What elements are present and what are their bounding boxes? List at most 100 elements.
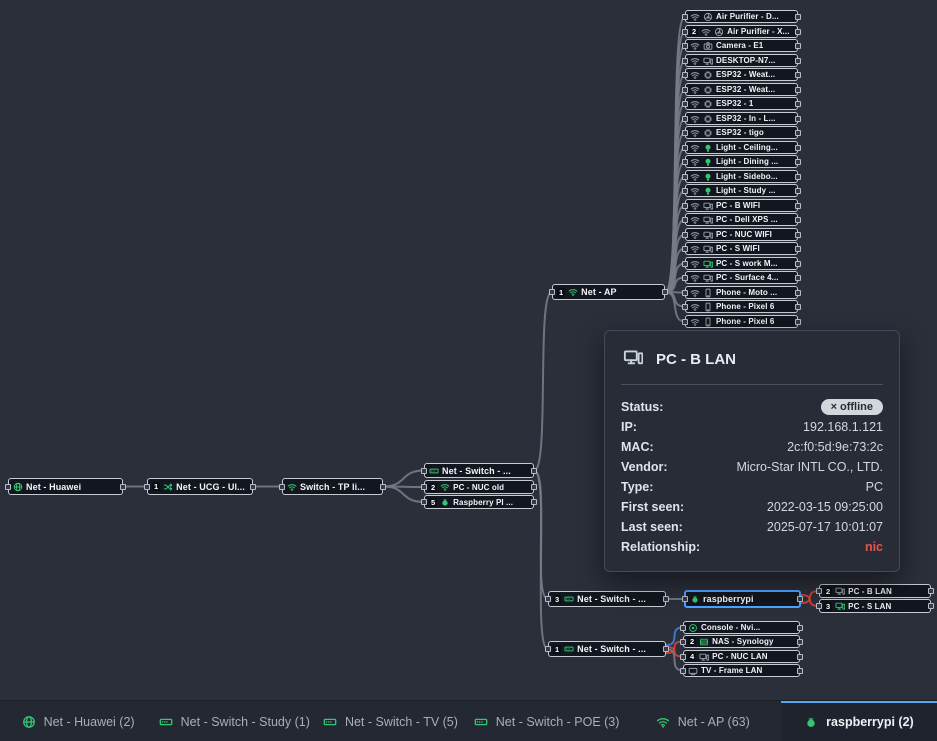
node-raspberrypi[interactable]: raspberrypi bbox=[684, 590, 801, 608]
node-pc-nuc-lan[interactable]: 4 PC - NUC LAN bbox=[683, 650, 800, 663]
pc-icon bbox=[835, 586, 845, 596]
port-left bbox=[421, 484, 427, 490]
node-leaf-12[interactable]: Light - Study ... bbox=[685, 184, 798, 197]
device-detail-popup: PC - B LAN Status:×offlineIP:192.168.1.1… bbox=[604, 330, 900, 572]
interface-badge: 4 bbox=[688, 652, 696, 661]
node-leaf-4[interactable]: ESP32 - Weat... bbox=[685, 68, 798, 81]
wifi-icon bbox=[690, 56, 700, 66]
node-label: Net - Switch - ... bbox=[577, 594, 646, 604]
globe-icon bbox=[13, 482, 23, 492]
raspberry-icon bbox=[804, 715, 818, 729]
node-ucg[interactable]: 1Net - UCG - Ul... bbox=[147, 478, 253, 495]
interface-badge: 2 bbox=[429, 483, 437, 492]
wifi-icon bbox=[690, 12, 700, 22]
pc-icon bbox=[699, 652, 709, 662]
node-leaf-21[interactable]: Phone - Pixel 6 bbox=[685, 315, 798, 328]
port-right bbox=[795, 14, 801, 20]
footer-tab-net-switch-study-1[interactable]: Net - Switch - Study (1) bbox=[156, 701, 312, 741]
footer-tab-net-switch-tv-5[interactable]: Net - Switch - TV (5) bbox=[312, 701, 468, 741]
node-leaf-10[interactable]: Light - Dining ... bbox=[685, 155, 798, 168]
node-leaf-3[interactable]: DESKTOP-N7... bbox=[685, 54, 798, 67]
node-leaf-5[interactable]: ESP32 - Weat... bbox=[685, 83, 798, 96]
node-leaf-16[interactable]: PC - S WIFI bbox=[685, 242, 798, 255]
node-label: PC - B LAN bbox=[848, 587, 892, 596]
port-right bbox=[795, 319, 801, 325]
pc-icon bbox=[703, 215, 713, 225]
node-leaf-20[interactable]: Phone - Pixel 6 bbox=[685, 300, 798, 313]
pc-icon bbox=[703, 259, 713, 269]
node-sw-top[interactable]: Net - Switch - ... bbox=[424, 463, 534, 478]
node-leaf-9[interactable]: Light - Ceiling... bbox=[685, 141, 798, 154]
node-nas[interactable]: 2NAS - Synology bbox=[683, 635, 800, 648]
port-left bbox=[682, 275, 688, 281]
bulb-icon bbox=[703, 172, 713, 182]
node-tv-frame[interactable]: TV - Frame LAN bbox=[683, 664, 800, 677]
chip-icon bbox=[703, 85, 713, 95]
node-label: PC - NUC old bbox=[453, 483, 504, 492]
footer-tabs: Net - Huawei (2)Net - Switch - Study (1)… bbox=[0, 701, 937, 741]
port-left bbox=[421, 468, 427, 474]
footer-tab-net-huawei-2[interactable]: Net - Huawei (2) bbox=[0, 701, 156, 741]
node-label: Net - Huawei bbox=[26, 482, 81, 492]
port-right bbox=[380, 484, 386, 490]
footer-tab-raspberrypi-2[interactable]: raspberrypi (2) bbox=[781, 701, 937, 741]
port-right bbox=[531, 499, 537, 505]
node-leaf-18[interactable]: PC - Surface 4... bbox=[685, 271, 798, 284]
node-huawei[interactable]: Net - Huawei bbox=[8, 478, 123, 495]
node-label: Camera - E1 bbox=[716, 41, 763, 50]
pc-icon bbox=[703, 244, 713, 254]
interface-badge: 5 bbox=[429, 498, 437, 507]
node-leaf-11[interactable]: Light - Sidebo... bbox=[685, 170, 798, 183]
node-rasp-pi-old[interactable]: 5Raspberry PI ... bbox=[424, 495, 534, 509]
wifi-icon bbox=[690, 85, 700, 95]
interface-badge: 1 bbox=[553, 645, 561, 654]
port-left bbox=[816, 588, 822, 594]
bulb-icon bbox=[703, 186, 713, 196]
edge-sw-top-net-ap bbox=[534, 292, 552, 471]
interface-badge: 1 bbox=[152, 482, 160, 491]
node-leaf-19[interactable]: Phone - Moto ... bbox=[685, 286, 798, 299]
node-label: PC - S WIFI bbox=[716, 244, 760, 253]
switch-icon bbox=[323, 715, 337, 729]
node-leaf-17[interactable]: PC - S work M... bbox=[685, 257, 798, 270]
node-leaf-13[interactable]: PC - B WIFI bbox=[685, 199, 798, 212]
detail-label: IP: bbox=[621, 420, 637, 434]
node-sw-bot2[interactable]: 1Net - Switch - ... bbox=[548, 641, 666, 657]
port-left bbox=[682, 87, 688, 93]
node-leaf-7[interactable]: ESP32 - In - L... bbox=[685, 112, 798, 125]
node-pc-b-lan[interactable]: 2PC - B LAN bbox=[819, 584, 931, 598]
footer-tab-label: Net - AP (63) bbox=[678, 715, 750, 729]
port-left bbox=[682, 29, 688, 35]
node-console[interactable]: Console - Nvi... bbox=[683, 621, 800, 634]
node-leaf-0[interactable]: Air Purifier - D... bbox=[685, 10, 798, 23]
wifi-icon bbox=[690, 70, 700, 80]
footer-tab-net-ap-63[interactable]: Net - AP (63) bbox=[625, 701, 781, 741]
node-sw-bot1[interactable]: 3Net - Switch - ... bbox=[548, 591, 666, 607]
detail-value: PC bbox=[866, 480, 883, 494]
port-left bbox=[680, 654, 686, 660]
globe-icon bbox=[22, 715, 36, 729]
phone-icon bbox=[703, 302, 713, 312]
node-leaf-1[interactable]: 2Air Purifier - X... bbox=[685, 25, 798, 38]
node-leaf-15[interactable]: PC - NUC WIFI bbox=[685, 228, 798, 241]
node-leaf-2[interactable]: Camera - E1 bbox=[685, 39, 798, 52]
node-pc-nuc-old[interactable]: 2 PC - NUC old bbox=[424, 480, 534, 494]
port-right bbox=[531, 484, 537, 490]
wifi-icon bbox=[690, 273, 700, 283]
node-tp[interactable]: Switch - TP li... bbox=[282, 478, 383, 495]
port-left bbox=[682, 217, 688, 223]
switch-icon bbox=[429, 466, 439, 476]
port-right bbox=[928, 603, 934, 609]
node-leaf-14[interactable]: PC - Dell XPS ... bbox=[685, 213, 798, 226]
node-leaf-8[interactable]: ESP32 - tigo bbox=[685, 126, 798, 139]
port-right bbox=[795, 246, 801, 252]
node-net-ap[interactable]: 1Net - AP bbox=[552, 284, 665, 300]
node-label: PC - NUC LAN bbox=[712, 652, 767, 661]
wifi-icon bbox=[690, 302, 700, 312]
edge-sw-top-sw-bot2 bbox=[534, 471, 548, 650]
port-right bbox=[795, 188, 801, 194]
node-pc-s-lan[interactable]: 3PC - S LAN bbox=[819, 599, 931, 613]
footer-tab-net-switch-poe-3[interactable]: Net - Switch - POE (3) bbox=[469, 701, 625, 741]
chip-icon bbox=[703, 99, 713, 109]
node-leaf-6[interactable]: ESP32 - 1 bbox=[685, 97, 798, 110]
